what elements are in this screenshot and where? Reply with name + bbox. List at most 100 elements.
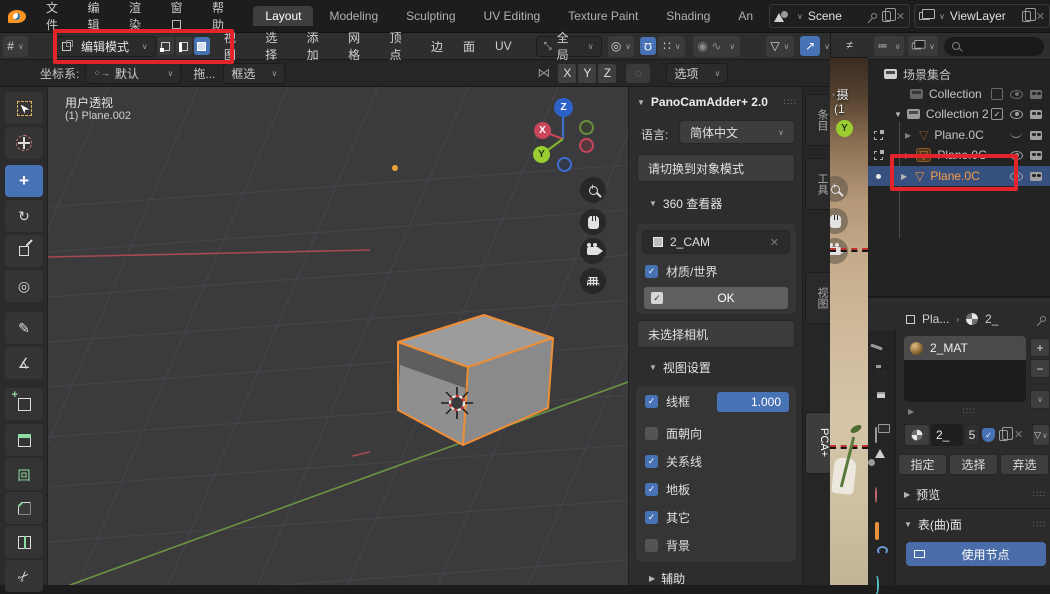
menu-window[interactable]: 窗口 bbox=[158, 0, 199, 33]
mirror-z-button[interactable]: Z bbox=[598, 64, 616, 83]
ortho-toggle-button[interactable] bbox=[580, 268, 606, 294]
secondary-viewport[interactable]: › 摄 (1 Y bbox=[830, 58, 868, 585]
loop-cut-tool[interactable] bbox=[5, 526, 43, 558]
hide-icon[interactable] bbox=[1010, 172, 1023, 181]
scale-tool[interactable] bbox=[5, 235, 43, 267]
outliner-search[interactable] bbox=[944, 37, 1044, 56]
checkbox-checked-icon[interactable] bbox=[645, 395, 658, 408]
remove-slot-button[interactable]: − bbox=[1030, 359, 1050, 378]
copy-material-button[interactable] bbox=[999, 430, 1008, 441]
pin-icon[interactable] bbox=[870, 12, 878, 20]
vertex-select-button[interactable] bbox=[158, 37, 174, 55]
tab-scene-properties[interactable] bbox=[875, 458, 890, 473]
face-orientation-toggle[interactable]: 面朝向 bbox=[645, 425, 702, 442]
viewer-section-header[interactable]: ▼ 360 查看器 bbox=[649, 195, 722, 212]
tab-sculpting[interactable]: Sculpting bbox=[394, 6, 467, 26]
slot-specials-button[interactable]: ∨ bbox=[1030, 390, 1050, 409]
mirror-icon[interactable]: ⋈ bbox=[537, 65, 550, 81]
gizmo-neg-y-axis[interactable] bbox=[579, 120, 594, 135]
xray-toggle-icon[interactable]: ≠ bbox=[846, 38, 853, 52]
visibility-filter-button[interactable]: ▽∨ bbox=[766, 36, 795, 57]
disable-render-icon[interactable] bbox=[1030, 110, 1042, 119]
collection-row[interactable]: Collection bbox=[868, 84, 1050, 104]
checkbox-checked-icon[interactable] bbox=[645, 265, 658, 278]
scene-name[interactable]: Scene bbox=[808, 9, 866, 23]
preview-section-header[interactable]: ▶ 预览 ∷∷ bbox=[904, 486, 1046, 503]
disable-render-icon[interactable] bbox=[1030, 151, 1042, 160]
menu-face[interactable]: 面 bbox=[453, 38, 485, 55]
select-box-tool[interactable] bbox=[5, 92, 43, 124]
tab-layout[interactable]: Layout bbox=[253, 6, 313, 26]
mirror-y-button[interactable]: Y bbox=[578, 64, 596, 83]
floor-toggle[interactable]: 地板 bbox=[645, 481, 690, 498]
expand-icon[interactable]: ▶ bbox=[901, 172, 907, 181]
bevel-tool[interactable] bbox=[5, 492, 43, 524]
use-nodes-button[interactable]: 使用节点 bbox=[906, 542, 1046, 566]
assign-button[interactable]: 指定 bbox=[898, 454, 947, 475]
scene-collection-row[interactable]: 场景集合 bbox=[868, 64, 1050, 84]
rotate-tool[interactable]: ↻ bbox=[5, 200, 43, 232]
no-camera-button[interactable]: 未选择相机 bbox=[637, 320, 795, 348]
tab-world-properties[interactable] bbox=[875, 488, 890, 503]
extrude-tool[interactable] bbox=[5, 424, 43, 456]
checkbox-unchecked-icon[interactable] bbox=[645, 539, 658, 552]
menu-view[interactable]: 视图 bbox=[214, 29, 255, 63]
measure-tool[interactable]: ∡ bbox=[5, 347, 43, 379]
options-dropdown[interactable]: 选项 ∨ bbox=[666, 63, 728, 84]
checkbox-unchecked-icon[interactable] bbox=[645, 427, 658, 440]
menu-vertex[interactable]: 顶点 bbox=[380, 29, 421, 63]
gizmo-y-axis[interactable]: Y bbox=[836, 120, 853, 137]
select-button[interactable]: 选择 bbox=[949, 454, 998, 475]
add-slot-button[interactable]: + bbox=[1030, 338, 1050, 357]
tab-render-properties[interactable] bbox=[875, 368, 890, 383]
expand-icon[interactable]: ▶ bbox=[908, 407, 914, 416]
tab-tool[interactable]: 工具 bbox=[805, 158, 831, 210]
tab-tool-properties[interactable] bbox=[875, 340, 890, 355]
wireframe-slider[interactable]: 1.000 bbox=[717, 392, 789, 412]
add-cube-tool[interactable] bbox=[5, 388, 43, 420]
proportional-falloff-button[interactable]: ◌ bbox=[626, 64, 650, 83]
blender-menu-button[interactable] bbox=[0, 10, 34, 23]
exclude-checkbox[interactable]: ✓ bbox=[991, 108, 1003, 120]
language-dropdown[interactable]: 简体中文 ∨ bbox=[679, 120, 795, 144]
menu-edit[interactable]: 编辑 bbox=[75, 0, 116, 33]
3d-viewport[interactable]: 用户透视 (1) Plane.002 Z X Y bbox=[48, 87, 628, 585]
tab-modifier-properties[interactable] bbox=[875, 552, 890, 567]
tab-animation[interactable]: An bbox=[726, 6, 765, 26]
node-specials-button[interactable]: ▽∨ bbox=[1032, 424, 1050, 446]
snap-toggle[interactable]: Ω bbox=[640, 37, 656, 55]
relations-toggle[interactable]: 关系线 bbox=[645, 453, 702, 470]
outliner-editor-type-button[interactable]: ≔∨ bbox=[874, 36, 904, 56]
users-count-button[interactable]: 5 bbox=[964, 424, 980, 446]
light-object-dot[interactable] bbox=[392, 165, 398, 171]
clear-icon[interactable]: ✕ bbox=[770, 236, 779, 249]
tab-modeling[interactable]: Modeling bbox=[317, 6, 390, 26]
snap-with-button[interactable]: ∷∨ bbox=[658, 36, 685, 57]
plane-row[interactable]: ▶ ▽ Plane.0C bbox=[868, 125, 1050, 145]
plane-row-selected[interactable]: ▶ ▽ Plane.0C bbox=[868, 166, 1050, 186]
tab-object-properties[interactable] bbox=[875, 524, 890, 539]
menu-edge[interactable]: 边 bbox=[421, 38, 453, 55]
breadcrumb-object[interactable]: Pla... bbox=[922, 312, 949, 326]
tab-view[interactable]: 视图 bbox=[805, 272, 831, 324]
coord-dropdown[interactable]: ⁘→ 默认 ∨ bbox=[85, 63, 181, 84]
gizmo-neg-z-axis[interactable] bbox=[557, 157, 572, 172]
mode-dropdown[interactable]: 编辑模式 ∨ bbox=[54, 36, 156, 57]
material-name-field[interactable]: 2_ bbox=[931, 424, 963, 446]
tab-pca[interactable]: PCA+ bbox=[805, 412, 831, 474]
edge-select-button[interactable] bbox=[176, 37, 192, 55]
tab-output-properties[interactable] bbox=[875, 396, 890, 411]
menu-render[interactable]: 渲染 bbox=[117, 0, 158, 33]
hide-icon[interactable] bbox=[1010, 110, 1023, 119]
tab-item[interactable]: 条目 bbox=[805, 94, 831, 146]
expand-icon[interactable]: ▶ bbox=[905, 131, 911, 140]
menu-uv[interactable]: UV bbox=[485, 39, 522, 53]
cursor-tool[interactable] bbox=[5, 127, 43, 159]
menu-select[interactable]: 选择 bbox=[255, 29, 296, 63]
expand-icon[interactable]: ▶ bbox=[905, 151, 911, 160]
face-select-button[interactable] bbox=[194, 37, 210, 55]
disable-render-icon[interactable] bbox=[1030, 131, 1042, 140]
editor-type-button[interactable]: #∨ bbox=[3, 36, 28, 57]
material-slot-list[interactable]: 2_MAT bbox=[904, 336, 1026, 402]
tab-physics-properties[interactable] bbox=[875, 578, 890, 593]
